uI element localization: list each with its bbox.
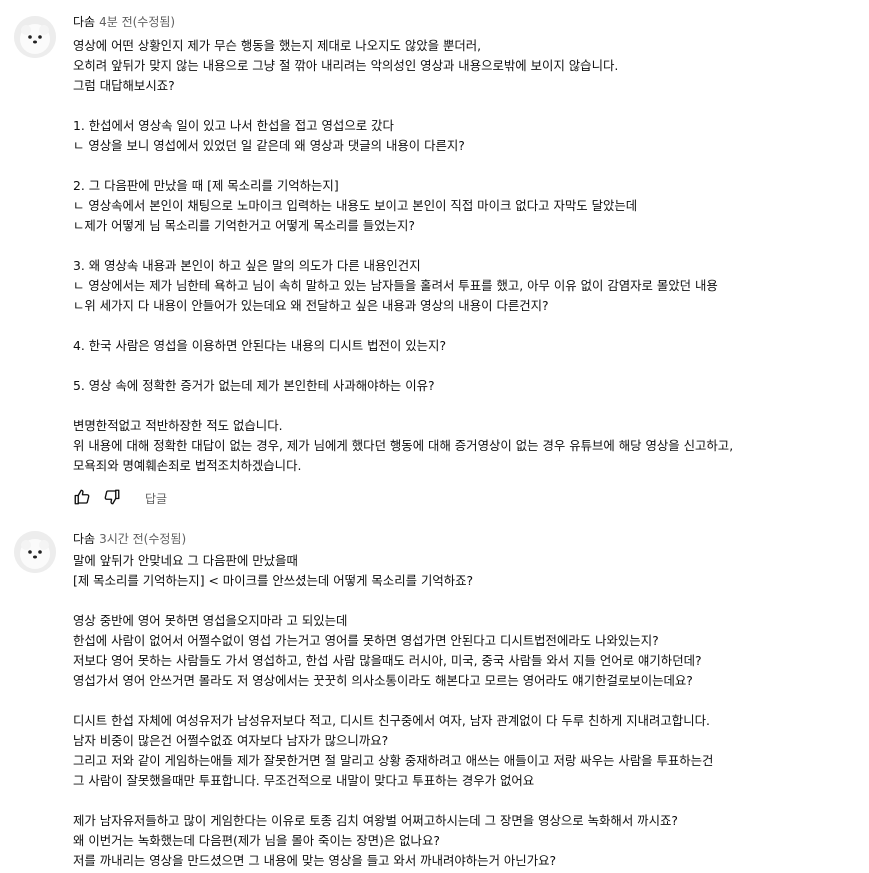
comment-line: 영상에 어떤 상황인지 제가 무슨 행동을 했는지 제대로 나오지도 않았을 뿐…	[73, 38, 482, 53]
comment-line	[73, 316, 865, 336]
comment-line: 그럼 대답해보시죠?	[73, 78, 175, 93]
comment-line: 그리고 저와 같이 게임하는애들 제가 잘못한거면 절 말리고 상황 중재하려고…	[73, 753, 714, 768]
avatar[interactable]	[14, 531, 56, 573]
avatar[interactable]	[14, 16, 56, 58]
comment-line	[73, 96, 865, 116]
comment-line: [제 목소리를 기억하는지] < 마이크를 안쓰셨는데 어떻게 목소리를 기억하…	[73, 573, 474, 588]
comment-line: 모욕죄와 명예훼손죄로 법적조치하겠습니다.	[73, 458, 302, 473]
comment-line: 2. 그 다음판에 만났을 때 [제 목소리를 기억하는지]	[73, 178, 339, 193]
comment-line	[73, 691, 865, 711]
comment-line: 3. 왜 영상속 내용과 본인이 하고 싶은 말의 의도가 다른 내용인건지	[73, 258, 421, 273]
comment-header: 다솜 3시간 전(수정됨)	[73, 530, 186, 547]
comment-line: ㄴ 영상을 보니 영섭에서 있었던 일 같은데 왜 영상과 댓글의 내용이 다른…	[73, 138, 465, 153]
comment-line: 말에 앞뒤가 안맞네요 그 다음판에 만났을때	[73, 553, 298, 568]
comment-line	[73, 396, 865, 416]
reply-button[interactable]: 답글	[145, 490, 167, 507]
thumbs-down-icon[interactable]	[103, 488, 121, 506]
comment-line: ㄴ 영상에서는 제가 님한테 욕하고 님이 속히 말하고 있는 남자들을 홀려서…	[73, 278, 718, 293]
comment-line	[73, 791, 865, 811]
comment-line: 4. 한국 사람은 영섭을 이용하면 안된다는 내용의 디시트 법전이 있는지?	[73, 338, 447, 353]
comment-line: 오히려 앞뒤가 맞지 않는 내용으로 그냥 절 깎아 내리려는 악의성인 영상과…	[73, 58, 619, 73]
pomeranian-avatar-icon	[14, 531, 56, 573]
comment-header: 다솜 4분 전(수정됨)	[73, 13, 175, 30]
comment-text: 말에 앞뒤가 안맞네요 그 다음판에 만났을때 [제 목소리를 기억하는지] <…	[73, 551, 865, 871]
comment-line: 그 사람이 잘못했을때만 투표합니다. 무조건적으로 내말이 맞다고 투표하는 …	[73, 773, 535, 788]
comment-line: 디시트 한섭 자체에 여성유저가 남성유저보다 적고, 디시트 친구중에서 여자…	[73, 713, 710, 728]
comment-line: 저를 까내리는 영상을 만드셨으면 그 내용에 맞는 영상을 들고 와서 까내려…	[73, 853, 557, 868]
comment-line: 제가 남자유저들하고 많이 게임한다는 이유로 토종 김치 여왕벌 어쩌고하시는…	[73, 813, 678, 828]
comment-line: 저보다 영어 못하는 사람들도 가서 영섭하고, 한섭 사람 많을때도 러시아,…	[73, 653, 702, 668]
comment-text: 영상에 어떤 상황인지 제가 무슨 행동을 했는지 제대로 나오지도 않았을 뿐…	[73, 36, 865, 476]
comment-line: 1. 한섭에서 영상속 일이 있고 나서 한섭을 접고 영섭으로 갔다	[73, 118, 394, 133]
comment-line: 5. 영상 속에 정확한 증거가 없는데 제가 본인한테 사과해야하는 이유?	[73, 378, 435, 393]
comment-line	[73, 356, 865, 376]
comment-line	[73, 156, 865, 176]
comment-line: ㄴ제가 어떻게 님 목소리를 기억한거고 어떻게 목소리를 들었는지?	[73, 218, 415, 233]
comment-line: 위 내용에 대해 정확한 대답이 없는 경우, 제가 님에게 했다던 행동에 대…	[73, 438, 734, 453]
comment-line: 영상 중반에 영어 못하면 영섭을오지마라 고 되있는데	[73, 613, 348, 628]
comment-line: 왜 이번거는 녹화했는데 다음편(제가 님을 몰아 죽이는 장면)은 없나요?	[73, 833, 440, 848]
timestamp[interactable]: 3시간 전(수정됨)	[99, 532, 186, 546]
comment-line	[73, 236, 865, 256]
author-name[interactable]: 다솜	[73, 532, 95, 546]
comment-line: 남자 비중이 많은건 어쩔수없죠 여자보다 남자가 많으니까요?	[73, 733, 389, 748]
author-name[interactable]: 다솜	[73, 15, 95, 29]
timestamp[interactable]: 4분 전(수정됨)	[99, 15, 175, 29]
thumbs-up-icon[interactable]	[73, 488, 91, 506]
comment-line	[73, 591, 865, 611]
comment-actions: 답글	[73, 488, 273, 508]
comment-line: 영섭가서 영어 안쓰거면 몰라도 저 영상에서는 꿋꿋히 의사소통이라도 해본다…	[73, 673, 693, 688]
pomeranian-avatar-icon	[14, 16, 56, 58]
comment-line: ㄴ위 세가지 다 내용이 안들어가 있는데요 왜 전달하고 싶은 내용과 영상의…	[73, 298, 549, 313]
comment-line: 한섭에 사람이 없어서 어쩔수없이 영섭 가는거고 영어를 못하면 영섭가면 안…	[73, 633, 659, 648]
comment-line: 변명한적없고 적반하장한 적도 없습니다.	[73, 418, 283, 433]
comment-line: ㄴ 영상속에서 본인이 채팅으로 노마이크 입력하는 내용도 보이고 본인이 직…	[73, 198, 638, 213]
